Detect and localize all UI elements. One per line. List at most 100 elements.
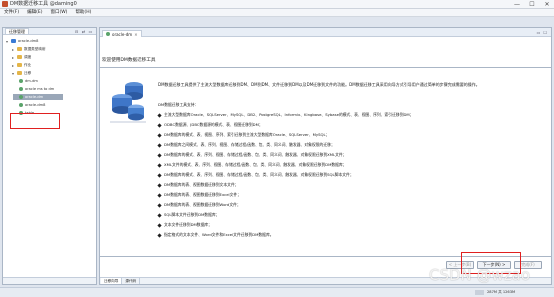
tree-item-label: 作业 [24,62,32,67]
feature-item: 主流大型数据库Oracle、SQLServer、MySQL、DB2、Postgr… [157,112,413,118]
garbage-collect-icon[interactable] [475,290,484,295]
tab-source-code[interactable]: 源代码 [122,278,141,284]
bullet-icon [157,222,162,228]
link-icon[interactable]: ⇄ [81,29,86,34]
bullet-icon [157,142,162,148]
tree-item-label: oracle-dm8 [25,103,46,107]
feature-item: DM数据库的表、视图数据迁移到文本文件； [157,182,239,188]
bullet-icon [157,182,162,188]
bullet-icon [157,162,162,168]
feature-text: XML文件的模式、表、序列、视图、存储过程/函数、包、类、同义词、触发器、对象权… [164,162,347,167]
expand-icon[interactable]: ▸ [11,55,15,60]
tree-item-jobs[interactable]: ▸ 作业 [11,62,31,68]
feature-text: DM数据库的模式、表、序列、视图、存储过程/函数、包、类、同义词、触发器、对象权… [164,172,354,177]
tab-migration-manager[interactable]: 迁移管理 [5,27,29,35]
status-bar: 287M 共 1263M [0,287,554,297]
tab-editor[interactable]: oracle-dm ✕ [102,30,142,37]
intro-text: DM数据迁移工具提供了主流大型数据库迁移到DM、DM到DM、文件迁移到DM以及D… [158,82,480,87]
close-tab-icon[interactable]: ✕ [134,32,137,37]
database-stack-icon [110,82,146,123]
tree-item-label: 数据类型映射 [24,46,46,51]
wizard-title: 欢迎使用DM数据迁移工具 [102,58,156,63]
tree-item-label: oracle ms to dm [25,87,55,91]
feature-text: SQL脚本文件迁移到DM数据库； [164,212,220,217]
feature-item: DM数据库的模式、表、序列、视图、存储过程/函数、包、类、同义词、触发器、对象权… [157,172,354,178]
feature-item: 文本文件迁移到DM数据库； [157,222,212,228]
feature-text: DM数据库的表、视图数据迁移到文本文件； [164,182,239,187]
feature-item: SQL脚本文件迁移到DM数据库； [157,212,220,218]
tree-item-project[interactable]: ▾ oracle-dm8 [5,38,38,44]
app-logo-icon [2,1,8,7]
left-panel-footer [3,277,96,284]
feature-text: DM数据库的表、视图数据迁移到Excel文件； [164,192,242,197]
tree-item-label: oracle-dm8 [18,39,39,43]
close-button[interactable]: ✕ [542,0,552,9]
tree-item-schedule[interactable]: ▸ 调度 [11,54,31,60]
menu-help[interactable]: 帮助(H) [75,9,91,17]
folder-icon [17,47,22,51]
editor-tab-label: oracle-dm [112,31,133,37]
minimize-button[interactable]: — [512,0,522,9]
support-heading: DM数据迁移工具支持： [158,102,199,107]
feature-text: DM数据库之间模式、表、序列、视图、存储过程/函数、包、类、同义词、触发器、对象… [164,142,335,147]
watermark: CSDN @wzao [429,266,531,284]
tree-item-migration[interactable]: table [19,110,34,116]
folder-icon [17,55,22,59]
feature-item: DM数据库之间模式、表、序列、视图、存储过程/函数、包、类、同义词、触发器、对象… [157,142,335,148]
tree-item-label: dm-dm [25,79,38,83]
menu-edit[interactable]: 编辑(E) [27,9,42,17]
collapse-all-icon[interactable]: ⊟ [74,29,79,34]
bullet-icon [157,112,162,118]
expand-icon[interactable]: ▾ [5,39,9,44]
feature-text: DM数据库的模式、表、序列、视图、存储过程/函数、包、类、同义词、触发器、对象权… [164,152,347,157]
feature-text: DM数据库的表、视图数据迁移到Word文件； [164,202,241,207]
wizard-editor: oracle-dm ✕ ▭ ☐ 欢迎使用DM数据迁移工具 DM数据迁移工具提供了… [99,27,552,285]
migration-icon [19,111,23,115]
expand-icon[interactable]: ▸ [11,63,15,68]
feature-item: XML文件的模式、表、序列、视图、存储过程/函数、包、类、同义词、触发器、对象权… [157,162,347,168]
tree-item-migration[interactable]: oracle-dm8 [19,102,45,108]
feature-text: 指定格式的文本文件、Word文件和Excel文件迁移到DM数据库。 [164,232,274,237]
migration-icon [19,87,23,91]
tree-item-label: 调度 [24,54,32,59]
minimize-view-icon[interactable]: ▭ [537,30,541,35]
maximize-button[interactable]: ☐ [527,0,537,9]
wizard-intro-block: DM数据迁移工具提供了主流大型数据库迁移到DM、DM到DM、文件迁移到DM以及D… [158,82,548,87]
bullet-icon [157,122,162,128]
menu-file[interactable]: 文件(F) [4,9,19,17]
expand-icon[interactable]: ▸ [11,47,15,52]
feature-item: DM数据库的表、视图数据迁移到Excel文件； [157,192,242,198]
tree-item-migration[interactable]: oracle ms to dm [19,86,54,92]
divider [100,256,551,257]
migration-icon [19,79,23,83]
tree-item-migration[interactable]: dm-dm [19,78,38,84]
feature-text: ODBC数据源、JDBC数据源的模式、表、视图迁移到DM； [164,122,263,127]
tree-item-label: oracle-dm [25,95,44,99]
project-icon [11,39,16,43]
tree-item-migrations[interactable]: ▾ 迁移 [11,70,31,76]
tree-item-type-mapping[interactable]: ▸ 数据类型映射 [11,46,46,52]
menu-window[interactable]: 窗口(W) [50,9,67,17]
divider [100,67,551,68]
tab-migration-wizard[interactable]: 迁移向导 [101,278,123,284]
bullet-icon [157,202,162,208]
collapse-icon[interactable]: ▾ [11,71,15,76]
feature-item: 指定格式的文本文件、Word文件和Excel文件迁移到DM数据库。 [157,232,274,238]
feature-item: DM数据库的模式、表、视图、序列、索引迁移到主流大型数据库Oracle、SQLS… [157,132,330,138]
migration-icon [19,103,23,107]
tree-item-migration-selected[interactable]: oracle-dm [13,94,63,100]
folder-icon [17,71,22,75]
bullet-icon [157,232,162,238]
maximize-view-icon[interactable]: ☐ [543,30,547,35]
minimize-view-icon[interactable]: ▭ [88,29,93,34]
window-title: DM数据迁移工具 @daming0 [10,1,77,7]
feature-text: 文本文件迁移到DM数据库； [164,222,212,227]
memory-status: 287M 共 1263M [487,290,516,294]
feature-item: DM数据库的模式、表、序列、视图、存储过程/函数、包、类、同义词、触发器、对象权… [157,152,347,158]
bullet-icon [157,152,162,158]
bullet-icon [157,172,162,178]
tree-item-label: 迁移 [24,70,32,75]
feature-text: DM数据库的模式、表、视图、序列、索引迁移到主流大型数据库Oracle、SQLS… [164,132,330,137]
migration-manager-panel: 迁移管理 ⊟ ⇄ ▭ ▾ oracle-dm8 ▸ 数据类型映射 ▸ 调度 ▸ 作业 ▾… [2,27,97,285]
migration-icon [19,95,23,99]
